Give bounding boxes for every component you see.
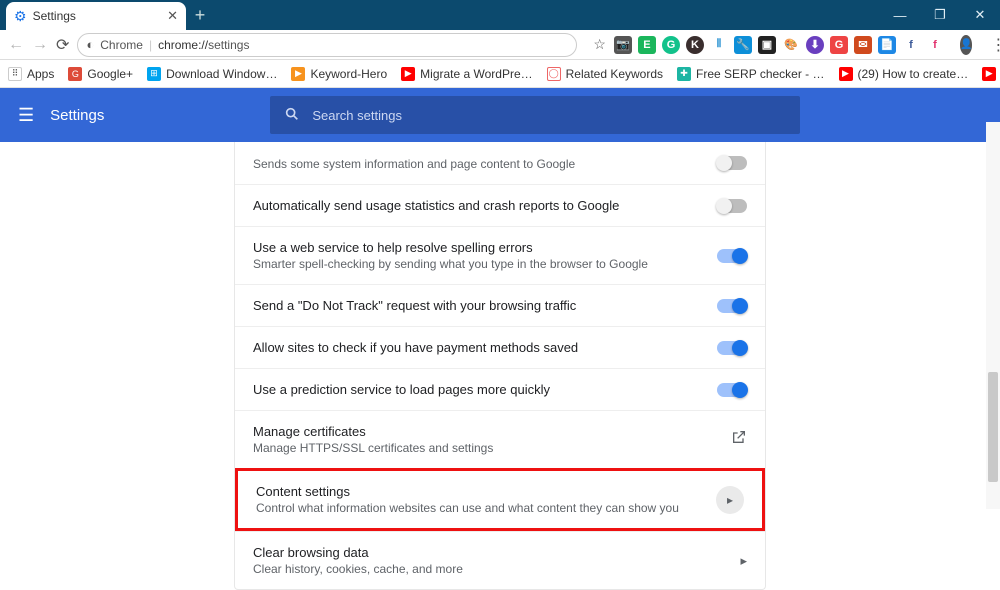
content-settings-arrow[interactable]: ▸ (716, 486, 744, 514)
toggle-usage-stats[interactable] (717, 199, 747, 213)
profile-avatar[interactable]: 👤 (960, 35, 972, 55)
bm-googleplus[interactable]: GGoogle+ (68, 67, 133, 81)
bm-migrate-wordpress[interactable]: ▶Migrate a WordPre… (401, 67, 532, 81)
target-icon: ◯ (547, 67, 561, 81)
row-title: Automatically send usage statistics and … (253, 198, 703, 213)
browser-tab[interactable]: ⚙ Settings ✕ (6, 2, 186, 30)
row-sub: Control what information websites can us… (256, 501, 702, 515)
row-clear-browsing-data[interactable]: Clear browsing data Clear history, cooki… (235, 531, 765, 589)
ext-evernote-icon[interactable]: E (638, 36, 656, 54)
bm-free-serp[interactable]: ✚Free SERP checker - … (677, 67, 824, 81)
settings-header: ☰ Settings (0, 88, 1000, 142)
address-bar[interactable]: ◐ Chrome | chrome://settings (77, 33, 577, 57)
toggle-prediction[interactable] (717, 383, 747, 397)
row-sub: Manage HTTPS/SSL certificates and settin… (253, 441, 717, 455)
page-scrollbar[interactable] (986, 122, 1000, 509)
khero-icon: ▶ (291, 67, 305, 81)
row-sub: Clear history, cookies, cache, and more (253, 562, 726, 576)
ext-tool-icon[interactable]: 🔧 (734, 36, 752, 54)
close-tab-icon[interactable]: ✕ (167, 8, 178, 24)
ext-equalizer-icon[interactable]: ⫴ (710, 36, 728, 54)
youtube-icon: ▶ (839, 67, 853, 81)
bookmark-star-icon[interactable]: ☆ (593, 36, 606, 53)
settings-title: Settings (50, 107, 104, 124)
row-system-info[interactable]: Sends some system information and page c… (235, 142, 765, 184)
window-titlebar: ⚙ Settings ✕ + — ❐ ✕ (0, 0, 1000, 30)
row-title: Send a "Do Not Track" request with your … (253, 298, 703, 313)
extension-icons: 📷 E G K ⫴ 🔧 ▣ 🎨 ⬇ G ✉ 📄 f f (614, 30, 948, 59)
gear-icon: ⚙ (14, 8, 27, 25)
new-tab-button[interactable]: + (186, 5, 214, 26)
row-title: Allow sites to check if you have payment… (253, 340, 703, 355)
ext-mail-icon[interactable]: ✉ (854, 36, 872, 54)
ext-f2-icon[interactable]: f (926, 36, 944, 54)
row-prediction[interactable]: Use a prediction service to load pages m… (235, 368, 765, 410)
minimize-button[interactable]: — (880, 0, 920, 30)
toggle-dnt[interactable] (717, 299, 747, 313)
row-do-not-track[interactable]: Send a "Do Not Track" request with your … (235, 284, 765, 326)
toggle-system-info[interactable] (717, 156, 747, 170)
row-title: Use a web service to help resolve spelli… (253, 240, 703, 255)
apps-grid-icon: ⠿ (8, 67, 22, 81)
external-link-icon (731, 429, 747, 450)
maximize-button[interactable]: ❐ (920, 0, 960, 30)
row-payment-methods[interactable]: Allow sites to check if you have payment… (235, 326, 765, 368)
back-button[interactable]: ← (8, 35, 24, 55)
settings-search[interactable] (270, 96, 800, 134)
ext-doc-icon[interactable]: 📄 (878, 36, 896, 54)
youtube-icon: ▶ (982, 67, 996, 81)
row-spelling[interactable]: Use a web service to help resolve spelli… (235, 226, 765, 284)
chrome-menu-icon[interactable]: ⋮ (984, 35, 1000, 55)
youtube-icon: ▶ (401, 67, 415, 81)
toggle-payment[interactable] (717, 341, 747, 355)
tab-title: Settings (33, 9, 162, 23)
row-content-settings[interactable]: Content settings Control what informatio… (235, 468, 765, 531)
search-icon (284, 106, 300, 125)
ext-grammarly-icon[interactable]: G (662, 36, 680, 54)
site-info-icon[interactable]: ◐ (86, 37, 94, 52)
row-sub: Smarter spell-checking by sending what y… (253, 257, 703, 271)
windows-icon: ⊞ (147, 67, 161, 81)
bm-apps[interactable]: ⠿Apps (8, 67, 54, 81)
window-controls: — ❐ ✕ (880, 0, 1000, 30)
settings-page: Sends some system information and page c… (0, 142, 1000, 590)
gplus-icon: G (68, 67, 82, 81)
row-manage-certificates[interactable]: Manage certificates Manage HTTPS/SSL cer… (235, 410, 765, 468)
ext-k-icon[interactable]: K (686, 36, 704, 54)
chevron-right-icon: ▸ (740, 553, 747, 569)
close-window-button[interactable]: ✕ (960, 0, 1000, 30)
forward-button[interactable]: → (32, 35, 48, 55)
reload-button[interactable]: ⟳ (56, 35, 69, 55)
row-sub: Sends some system information and page c… (253, 157, 703, 171)
search-input[interactable] (312, 108, 786, 123)
ext-reader-icon[interactable]: ▣ (758, 36, 776, 54)
addr-separator: | (149, 38, 152, 52)
row-usage-stats[interactable]: Automatically send usage statistics and … (235, 184, 765, 226)
ext-camera-icon[interactable]: 📷 (614, 36, 632, 54)
addr-app: Chrome (100, 38, 143, 52)
ext-facebook-icon[interactable]: f (902, 36, 920, 54)
serp-icon: ✚ (677, 67, 691, 81)
toggle-spelling[interactable] (717, 249, 747, 263)
row-title: Content settings (256, 484, 702, 499)
bm-download-windows[interactable]: ⊞Download Window… (147, 67, 277, 81)
scrollbar-thumb[interactable] (988, 372, 998, 482)
addr-url: chrome://settings (158, 38, 249, 52)
ext-gtranslate-icon[interactable]: G (830, 36, 848, 54)
ext-download-icon[interactable]: ⬇ (806, 36, 824, 54)
row-title: Use a prediction service to load pages m… (253, 382, 703, 397)
bm-how-to-create[interactable]: ▶(29) How to create… (839, 67, 969, 81)
row-title: Clear browsing data (253, 545, 726, 560)
ext-palette-icon[interactable]: 🎨 (782, 36, 800, 54)
browser-navbar: ← → ⟳ ◐ Chrome | chrome://settings ☆ 📷 E… (0, 30, 1000, 60)
bm-keyword-hero[interactable]: ▶Keyword-Hero (291, 67, 387, 81)
bm-related-keywords[interactable]: ◯Related Keywords (547, 67, 663, 81)
bm-hang-ups[interactable]: ▶Hang Ups (Want Yo… (982, 67, 1000, 81)
bookmarks-bar: ⠿Apps GGoogle+ ⊞Download Window… ▶Keywor… (0, 60, 1000, 88)
menu-icon[interactable]: ☰ (18, 105, 34, 126)
settings-panel: Sends some system information and page c… (234, 142, 766, 590)
row-title: Manage certificates (253, 424, 717, 439)
